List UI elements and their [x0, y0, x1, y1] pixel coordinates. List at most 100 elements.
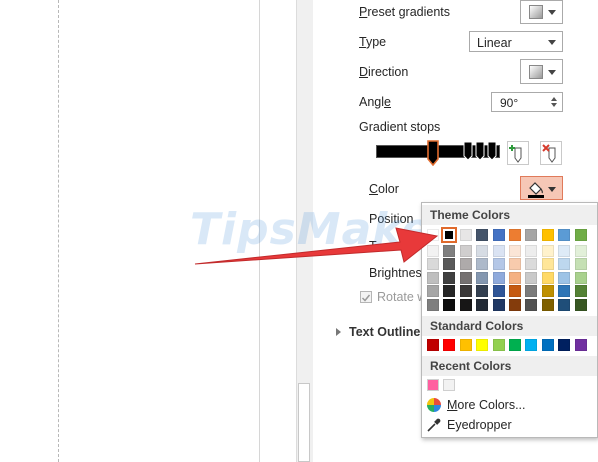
theme-color-shade-swatch[interactable] [558, 258, 571, 271]
theme-color-swatch[interactable] [476, 229, 489, 241]
theme-color-shade-swatch[interactable] [541, 298, 554, 311]
theme-color-shade-swatch[interactable] [443, 258, 456, 271]
gradient-stops-label: Gradient stops [359, 120, 441, 134]
theme-color-shade-swatch[interactable] [492, 285, 505, 298]
theme-color-shade-swatch[interactable] [541, 271, 554, 284]
theme-color-swatch[interactable] [427, 229, 439, 241]
theme-color-shade-swatch[interactable] [574, 271, 587, 284]
recent-color-swatch[interactable] [443, 379, 456, 391]
standard-color-swatch[interactable] [443, 339, 456, 351]
type-dropdown[interactable]: Linear [469, 31, 563, 52]
angle-spinner[interactable]: 90° [491, 92, 563, 112]
theme-color-shade-swatch[interactable] [541, 285, 554, 298]
theme-color-swatch[interactable] [525, 229, 538, 241]
theme-color-shade-swatch[interactable] [492, 271, 505, 284]
theme-color-shade-swatch[interactable] [509, 258, 521, 271]
theme-color-shade-swatch[interactable] [541, 245, 554, 257]
standard-color-swatch[interactable] [492, 339, 505, 351]
theme-colors-header: Theme Colors [422, 205, 597, 225]
theme-color-shade-swatch[interactable] [525, 245, 538, 257]
standard-color-swatch[interactable] [509, 339, 521, 351]
theme-color-shade-swatch[interactable] [459, 298, 472, 311]
gradient-stop[interactable] [487, 141, 497, 161]
rotate-with-shape-label: Rotate w [377, 290, 427, 304]
angle-label: Angle [359, 95, 391, 109]
theme-color-shade-swatch[interactable] [525, 271, 538, 284]
expand-arrow-icon[interactable] [336, 328, 341, 336]
theme-color-shade-swatch[interactable] [476, 298, 489, 311]
theme-color-shade-swatch[interactable] [509, 245, 521, 257]
theme-color-shade-swatch[interactable] [492, 258, 505, 271]
theme-color-shade-swatch[interactable] [509, 271, 521, 284]
theme-color-shade-swatch[interactable] [525, 258, 538, 271]
spin-down-icon[interactable] [551, 103, 557, 107]
theme-color-shade-swatch[interactable] [574, 245, 587, 257]
theme-color-shade-swatch[interactable] [427, 258, 439, 271]
standard-color-swatch[interactable] [459, 339, 472, 351]
standard-color-swatch[interactable] [476, 339, 489, 351]
theme-color-shade-swatch[interactable] [476, 258, 489, 271]
gradient-stop-selected[interactable] [427, 140, 439, 166]
theme-color-shade-swatch[interactable] [459, 271, 472, 284]
theme-color-shade-swatch[interactable] [443, 298, 456, 311]
theme-color-shade-swatch[interactable] [525, 298, 538, 311]
theme-color-shade-swatch[interactable] [476, 271, 489, 284]
theme-color-shade-swatch[interactable] [427, 271, 439, 284]
standard-color-swatch[interactable] [558, 339, 571, 351]
theme-color-shade-swatch[interactable] [427, 298, 439, 311]
theme-color-shade-swatch[interactable] [558, 245, 571, 257]
theme-color-shade-swatch[interactable] [574, 298, 587, 311]
theme-color-shade-swatch[interactable] [558, 271, 571, 284]
direction-label: Direction [359, 65, 409, 79]
color-dropdown-button[interactable] [520, 176, 563, 200]
theme-color-swatch[interactable] [574, 229, 587, 241]
spin-up-icon[interactable] [551, 97, 557, 101]
theme-color-shade-swatch[interactable] [509, 285, 521, 298]
theme-color-shade-swatch[interactable] [443, 271, 456, 284]
scrollbar-thumb[interactable] [298, 383, 310, 462]
standard-color-swatch[interactable] [525, 339, 538, 351]
theme-color-shade-swatch[interactable] [574, 258, 587, 271]
text-outline-section-label[interactable]: Text Outline [349, 325, 420, 339]
theme-color-shade-swatch[interactable] [443, 245, 456, 257]
theme-color-shade-swatch[interactable] [459, 258, 472, 271]
watermark-logo: TipsMake [190, 204, 432, 255]
theme-color-shade-swatch[interactable] [476, 245, 489, 257]
gradient-stop[interactable] [463, 141, 473, 161]
theme-color-swatch[interactable] [459, 229, 472, 241]
theme-color-shade-swatch[interactable] [574, 285, 587, 298]
theme-color-shade-swatch[interactable] [492, 298, 505, 311]
theme-color-shade-swatch[interactable] [541, 258, 554, 271]
theme-color-shade-swatch[interactable] [509, 298, 521, 311]
direction-dropdown[interactable] [520, 59, 563, 84]
gradient-preview-swatch [529, 5, 543, 19]
eyedropper-label: Eyedropper [447, 418, 512, 432]
remove-gradient-stop-button[interactable] [540, 141, 562, 165]
theme-color-shade-swatch[interactable] [443, 285, 456, 298]
theme-color-swatch[interactable] [441, 227, 458, 243]
theme-color-shade-swatch[interactable] [558, 298, 571, 311]
theme-color-shade-swatch[interactable] [492, 245, 505, 257]
more-colors-menu-item[interactable]: More Colors... [426, 396, 594, 414]
preset-gradients-dropdown[interactable] [520, 0, 563, 24]
standard-color-swatch[interactable] [574, 339, 587, 351]
theme-color-shade-swatch[interactable] [459, 245, 472, 257]
theme-color-swatch[interactable] [509, 229, 521, 241]
standard-color-swatch[interactable] [427, 339, 439, 351]
preset-gradients-label: Preset gradients [359, 5, 451, 19]
theme-color-shade-swatch[interactable] [427, 285, 439, 298]
theme-color-shade-swatch[interactable] [558, 285, 571, 298]
theme-color-shade-swatch[interactable] [476, 285, 489, 298]
theme-color-shade-swatch[interactable] [525, 285, 538, 298]
eyedropper-menu-item[interactable]: Eyedropper [426, 416, 594, 434]
rotate-with-shape-checkbox[interactable] [360, 291, 372, 303]
theme-color-swatch[interactable] [541, 229, 554, 241]
theme-color-shade-swatch[interactable] [427, 245, 439, 257]
theme-color-swatch[interactable] [492, 229, 505, 241]
gradient-stop[interactable] [475, 141, 485, 161]
theme-color-swatch[interactable] [558, 229, 571, 241]
recent-color-swatch[interactable] [427, 379, 439, 391]
add-gradient-stop-button[interactable] [507, 141, 529, 165]
theme-color-shade-swatch[interactable] [459, 285, 472, 298]
standard-color-swatch[interactable] [541, 339, 554, 351]
